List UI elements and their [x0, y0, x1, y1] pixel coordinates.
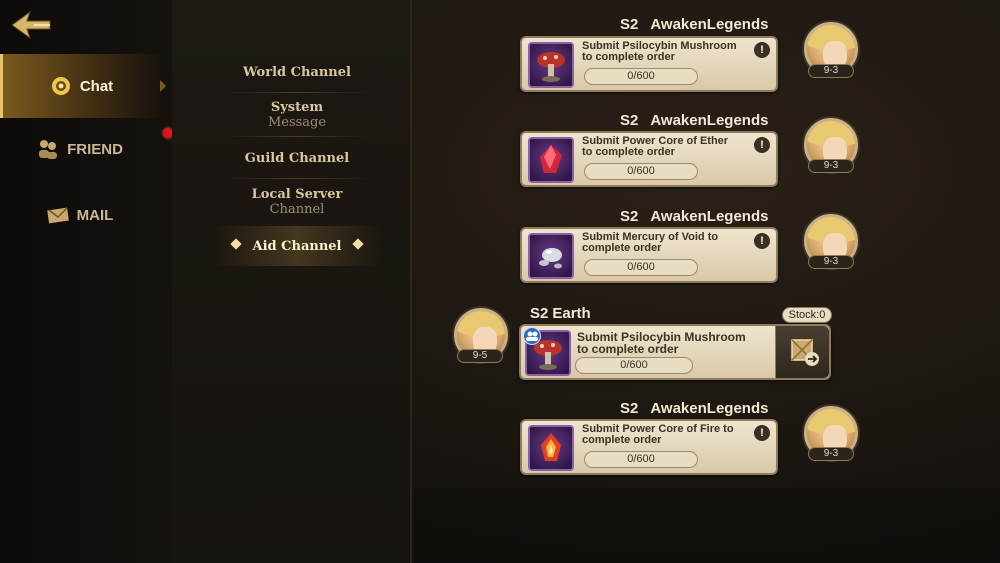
info-icon[interactable]: !: [754, 42, 770, 58]
request-text: Submit Psilocybin Mushroom to complete o…: [577, 331, 777, 355]
sender-name: Earth: [552, 305, 591, 322]
progress-bar: 0/600: [575, 357, 693, 374]
side-nav: Chat FRIEND MAIL: [0, 0, 173, 563]
bottom-shade: [414, 488, 1000, 563]
request-text: Submit Power Core of Ether to complete o…: [582, 136, 752, 158]
divider: [224, 178, 370, 179]
sender-server: S2: [530, 305, 549, 322]
channel-local-server[interactable]: Local Server Channel: [212, 182, 382, 222]
channel-guild-label: Guild Channel: [244, 150, 350, 166]
channel-world[interactable]: World Channel: [212, 55, 382, 89]
stock-badge: Stock:0: [782, 307, 832, 323]
nav-chat[interactable]: Chat: [0, 54, 166, 118]
mushroom-icon: [528, 42, 574, 88]
request-text: Submit Mercury of Void to complete order: [582, 232, 752, 254]
level-badge: 9-3: [808, 447, 854, 461]
level-badge: 9-3: [808, 64, 854, 78]
sender-name: AwakenLegends: [650, 16, 769, 33]
request-text-line2: complete order: [582, 242, 662, 254]
info-icon[interactable]: !: [754, 425, 770, 441]
divider: [224, 92, 370, 93]
team-icon: [523, 327, 541, 345]
request-text-line2: to complete order: [582, 51, 675, 63]
level-badge: 9-3: [808, 255, 854, 269]
request-text: Submit Psilocybin Mushroom to complete o…: [582, 41, 752, 63]
aid-request-card[interactable]: Submit Psilocybin Mushroom to complete o…: [520, 36, 778, 92]
aid-request-card[interactable]: Submit Power Core of Fire to complete or…: [520, 419, 778, 475]
request-text-line2: to complete order: [582, 146, 675, 158]
channel-system-label: System: [270, 100, 324, 115]
sender-name: AwakenLegends: [650, 400, 769, 417]
message-sender: S2 AwakenLegends: [620, 208, 768, 225]
red-crystal-icon: [528, 137, 574, 183]
chat-screen: Chat FRIEND MAIL World Channel System Me…: [0, 0, 1000, 563]
nav-chat-label: Chat: [79, 77, 114, 95]
channel-world-label: World Channel: [243, 64, 351, 80]
request-text-line2: to complete order: [577, 342, 679, 356]
info-icon[interactable]: !: [754, 233, 770, 249]
nav-mail-label: MAIL: [76, 206, 114, 224]
message-sender: S2 AwakenLegends: [620, 16, 768, 33]
channel-aid[interactable]: Aid Channel: [212, 226, 382, 266]
deliver-button[interactable]: [775, 326, 829, 378]
info-icon[interactable]: !: [754, 137, 770, 153]
message-sender: S2 AwakenLegends: [620, 112, 768, 129]
progress-bar: 0/600: [584, 68, 698, 85]
friends-icon: [37, 138, 59, 160]
progress-bar: 0/600: [584, 259, 698, 276]
channel-local-label: Local Server: [251, 187, 343, 202]
nav-friend-label: FRIEND: [67, 140, 123, 158]
back-arrow-icon: [11, 10, 51, 40]
chat-bubble-icon: [50, 75, 72, 97]
aid-request-card[interactable]: Submit Mercury of Void to complete order…: [520, 227, 778, 283]
channel-system-label-2: Message: [267, 115, 327, 130]
progress-bar: 0/600: [584, 451, 698, 468]
divider: [224, 136, 370, 137]
channel-guild[interactable]: Guild Channel: [212, 141, 382, 175]
deliver-box-icon: [791, 339, 819, 366]
sender-name: AwakenLegends: [650, 208, 769, 225]
nav-mail[interactable]: MAIL: [0, 185, 160, 245]
aid-request-card[interactable]: Submit Power Core of Ether to complete o…: [520, 131, 778, 187]
progress-bar: 0/600: [584, 163, 698, 180]
level-badge: 9-3: [808, 159, 854, 173]
nav-friend[interactable]: FRIEND: [0, 119, 160, 179]
message-sender: S2 Earth: [530, 305, 591, 322]
request-text-line2: complete order: [582, 434, 662, 446]
request-text: Submit Power Core of Fire to complete or…: [582, 424, 752, 446]
mercury-icon: [528, 233, 574, 279]
sender-name: AwakenLegends: [650, 112, 769, 129]
channel-local-label-2: Channel: [269, 202, 325, 217]
sender-server: S2: [620, 16, 639, 33]
sender-server: S2: [620, 208, 639, 225]
back-button[interactable]: [10, 8, 54, 42]
envelope-icon: [46, 204, 69, 226]
channel-system[interactable]: System Message: [212, 95, 382, 135]
sender-server: S2: [620, 112, 639, 129]
level-badge: 9-5: [457, 349, 503, 363]
channel-list: World Channel System Message Guild Chann…: [172, 0, 412, 563]
fire-crystal-icon: [528, 425, 574, 471]
message-sender: S2 AwakenLegends: [620, 400, 768, 417]
sender-server: S2: [620, 400, 639, 417]
